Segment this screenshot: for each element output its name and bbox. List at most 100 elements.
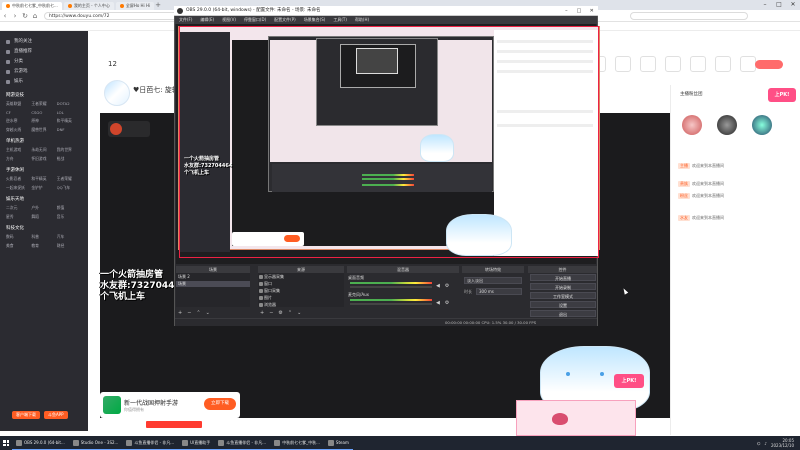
network-icon[interactable]: ⌬	[757, 441, 761, 446]
follow-button[interactable]	[755, 60, 783, 69]
start-streaming-button[interactable]: 开始直播	[530, 274, 596, 281]
volume-slider[interactable]	[350, 303, 432, 305]
client-download-button[interactable]: 客户端下载	[12, 411, 40, 419]
category-link[interactable]: 金铲铲	[31, 185, 56, 191]
category-link[interactable]: 一起来捉妖	[6, 185, 31, 191]
studio-mode-button[interactable]: 工作室模式	[530, 292, 596, 299]
scene-item[interactable]: 场景 2	[176, 274, 250, 280]
browser-tab[interactable]: 中秋前七七爹_中秋前七...	[2, 2, 62, 10]
category-link[interactable]: 火影忍者	[6, 176, 31, 182]
category-link[interactable]: 汽车	[57, 234, 82, 240]
refresh-icon[interactable]: ↻	[20, 12, 30, 20]
category-link[interactable]: CF	[6, 110, 31, 115]
source-item[interactable]: 浏览器	[258, 302, 344, 308]
add-icon[interactable]: +	[260, 310, 264, 316]
speaker-icon[interactable]: ◀	[436, 283, 440, 289]
source-item[interactable]: 显示器采集	[258, 274, 344, 280]
taskbar-item[interactable]: 斗鱼直播伴侣 - 非凡...	[122, 436, 179, 450]
category-link[interactable]: 科普	[31, 234, 56, 240]
category-link[interactable]: 穿越火线	[6, 127, 31, 133]
back-icon[interactable]: ‹	[0, 12, 10, 20]
category-link[interactable]: 主机游戏	[6, 147, 31, 153]
up-icon[interactable]: ⌃	[196, 310, 200, 316]
category-link[interactable]: 舞蹈	[31, 214, 56, 220]
maximize-icon[interactable]: □	[772, 0, 786, 10]
start-button[interactable]	[0, 436, 12, 450]
system-clock[interactable]: 20:05 2023/12/10	[771, 438, 794, 448]
new-tab-icon[interactable]: +	[154, 2, 162, 10]
category-link[interactable]: 我的世界	[57, 147, 82, 153]
add-icon[interactable]: +	[178, 310, 182, 316]
volume-slider[interactable]	[350, 286, 432, 288]
download-button[interactable]: 立即下载	[204, 398, 236, 410]
phone-icon[interactable]	[740, 56, 756, 72]
report-icon[interactable]	[690, 56, 706, 72]
source-item[interactable]: 图片	[258, 295, 344, 301]
category-link[interactable]: 魔兽世界	[31, 127, 56, 133]
category-link[interactable]: CSGO	[31, 110, 56, 115]
taskbar-item[interactable]: OBS 29.0.0 (64-bit...	[12, 436, 69, 450]
menu-item[interactable]: 停靠窗口(D)	[244, 16, 266, 24]
category-link[interactable]: 方舟	[6, 156, 31, 162]
sidebar-item[interactable]: 分类	[0, 57, 88, 67]
forward-icon[interactable]: ›	[10, 12, 20, 20]
down-icon[interactable]: ⌄	[297, 310, 301, 316]
fan-avatar[interactable]	[752, 115, 772, 135]
category-link[interactable]: 王者荣耀	[31, 101, 56, 107]
browser-search-box[interactable]	[630, 12, 748, 20]
gear-icon[interactable]: ⚙	[278, 310, 282, 316]
taskbar-item[interactable]: 中秋前七七爹_中秋...	[270, 436, 324, 450]
category-link[interactable]: 美食	[6, 243, 31, 249]
category-link[interactable]: 二次元	[6, 205, 31, 211]
category-link[interactable]: 音乐	[57, 214, 82, 220]
share-icon[interactable]	[665, 56, 681, 72]
source-item[interactable]: 窗口	[258, 281, 344, 287]
minimize-icon[interactable]: –	[560, 6, 573, 16]
menu-item[interactable]: 帮助(H)	[355, 16, 369, 24]
app-download-button[interactable]: 斗鱼APP	[44, 411, 68, 419]
browser-tab[interactable]: 全屏Ho Hi Hi	[115, 2, 155, 10]
remove-icon[interactable]: −	[187, 310, 191, 316]
category-link[interactable]: 原神	[31, 118, 56, 124]
task-icon[interactable]	[640, 56, 656, 72]
down-icon[interactable]: ⌄	[206, 310, 210, 316]
taskbar-item[interactable]: Steam	[323, 436, 353, 450]
fan-avatar[interactable]	[717, 115, 737, 135]
menu-item[interactable]: 场景集合(S)	[304, 16, 326, 24]
scene-item[interactable]: 场景	[176, 281, 250, 287]
volume-icon[interactable]: ♪	[764, 441, 767, 446]
category-link[interactable]: 星秀	[6, 214, 31, 220]
source-item[interactable]: 窗口采集	[258, 288, 344, 294]
taskbar-item[interactable]: 斗鱼直播伴侣 - 非凡...	[214, 436, 271, 450]
exit-button[interactable]: 退出	[530, 310, 596, 317]
category-link[interactable]: 数码	[6, 234, 31, 240]
maximize-icon[interactable]: □	[573, 6, 586, 16]
up-icon[interactable]: ⌃	[288, 310, 292, 316]
remove-icon[interactable]: −	[269, 310, 273, 316]
transition-select[interactable]: 淡入淡出	[464, 277, 522, 284]
category-link[interactable]: 教育	[31, 243, 56, 249]
sidebar-item[interactable]: 我的关注	[0, 37, 88, 47]
menu-item[interactable]: 编辑(E)	[200, 16, 214, 24]
duration-input[interactable]: 300 ms	[476, 288, 522, 295]
category-link[interactable]: 英雄联盟	[6, 101, 31, 107]
close-icon[interactable]: ✕	[786, 0, 800, 10]
shield-icon[interactable]	[615, 56, 631, 72]
category-link[interactable]: QQ飞车	[57, 185, 82, 191]
speaker-icon[interactable]: ◀	[436, 300, 440, 306]
taskbar-item[interactable]: Studio One - 3S2...	[68, 436, 123, 450]
menu-item[interactable]: 工具(T)	[333, 16, 347, 24]
home-icon[interactable]: ⌂	[30, 12, 40, 20]
category-link[interactable]: 永劫无间	[31, 147, 56, 153]
menu-item[interactable]: 视图(V)	[222, 16, 236, 24]
category-link[interactable]: DNF	[57, 127, 82, 133]
settings-button[interactable]: 设置	[530, 301, 596, 308]
sidebar-item[interactable]: 直播推荐	[0, 47, 88, 57]
anchor-avatar[interactable]	[104, 80, 130, 106]
more-icon[interactable]	[715, 56, 731, 72]
category-link[interactable]: 颜值	[57, 205, 82, 211]
category-link[interactable]: DOTA2	[57, 101, 82, 107]
start-recording-button[interactable]: 开始录制	[530, 283, 596, 290]
minimize-icon[interactable]: –	[758, 0, 772, 10]
category-link[interactable]: 和平精英	[31, 176, 56, 182]
